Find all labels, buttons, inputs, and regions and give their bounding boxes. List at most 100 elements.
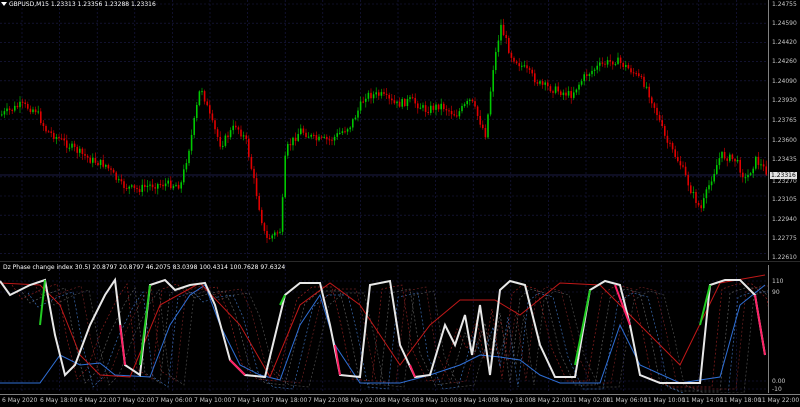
candle-body <box>705 189 708 199</box>
time-label: 8 May 14:00 <box>458 397 496 404</box>
candle-body <box>760 164 762 166</box>
candle-body <box>310 134 312 137</box>
candle-body <box>547 82 549 87</box>
candle-body <box>593 69 596 71</box>
candle-body <box>297 134 299 141</box>
candle-body <box>643 76 645 87</box>
candle-body <box>196 105 198 118</box>
indicator-magenta-segment <box>229 359 246 376</box>
candle-body <box>526 65 528 69</box>
candle-body <box>435 104 437 110</box>
candle-body <box>409 97 411 99</box>
candle-body <box>68 147 71 149</box>
candle-body <box>575 89 578 93</box>
candle-body <box>307 136 310 138</box>
candle-body <box>294 137 297 141</box>
indicator-title: Dz Phase change index 30.5) 20.8797 20.8… <box>3 264 286 271</box>
candle-body <box>554 86 557 93</box>
candle-body <box>437 104 440 110</box>
candle-body <box>274 232 276 236</box>
candle-body <box>79 148 81 153</box>
candle-body <box>635 73 637 75</box>
candle-body <box>510 52 513 58</box>
candle-body <box>570 91 572 98</box>
price-tick: 1.24755 <box>772 1 797 8</box>
price-chart-canvas[interactable] <box>0 0 769 260</box>
candle-body <box>497 40 500 52</box>
candle-body <box>622 62 624 67</box>
candle-body <box>723 151 726 159</box>
symbol-dropdown-icon[interactable] <box>1 2 7 6</box>
candle-body <box>388 94 390 99</box>
candle-body <box>484 128 487 138</box>
candle-body <box>617 57 619 64</box>
candle-body <box>326 136 328 140</box>
candle-body <box>188 150 190 164</box>
candle-body <box>115 172 117 180</box>
time-label: 11 May 14:00 <box>682 397 724 404</box>
candle-body <box>60 138 63 140</box>
candle-body <box>541 81 544 85</box>
candle-body <box>45 126 47 132</box>
candle-body <box>414 97 416 104</box>
candle-body <box>450 110 453 115</box>
indicator-magenta-segment <box>409 364 416 378</box>
candle-body <box>658 115 661 121</box>
candle-body <box>357 110 359 118</box>
candle-body <box>765 166 767 175</box>
candle-body <box>599 62 601 66</box>
pane-separator[interactable] <box>0 261 800 262</box>
candle-body <box>180 182 182 189</box>
indicator-magenta-segment <box>119 324 126 366</box>
candle-body <box>578 84 580 90</box>
candle-body <box>445 109 448 111</box>
candle-body <box>432 105 435 110</box>
indicator-canvas[interactable] <box>0 265 769 393</box>
price-tick: 1.22940 <box>772 216 797 223</box>
indicator-axis[interactable]: 110 90 0.00 -10 <box>768 265 800 393</box>
candle-body <box>560 91 562 96</box>
candle-body <box>201 91 203 93</box>
candle-body <box>331 139 333 141</box>
candle-body <box>580 81 583 85</box>
candle-body <box>443 103 445 110</box>
candle-body <box>42 123 45 127</box>
candle-body <box>716 165 718 174</box>
candle-body <box>248 138 250 157</box>
candle-body <box>141 184 143 192</box>
candle-body <box>219 136 221 147</box>
price-chart-pane[interactable]: GBPUSD,M15 1.23313 1.23356 1.23288 1.233… <box>0 0 769 260</box>
candle-body <box>167 180 169 184</box>
candle-body <box>300 128 302 135</box>
candle-body <box>396 101 398 104</box>
candle-body <box>466 100 468 105</box>
candle-body <box>128 186 130 189</box>
candle-body <box>411 97 414 99</box>
candle-body <box>749 173 752 176</box>
price-tick: 1.23435 <box>772 156 797 163</box>
candle-body <box>492 70 494 92</box>
candle-body <box>89 157 91 163</box>
indicator-dotted-line <box>43 289 769 393</box>
candle-body <box>151 184 154 188</box>
candle-body <box>367 92 370 99</box>
time-label: 7 May 22:00 <box>308 397 346 404</box>
candle-body <box>625 64 627 67</box>
time-label: 7 May 02:00 <box>117 397 155 404</box>
candle-body <box>427 111 429 113</box>
time-axis[interactable]: 6 May 2020 6 May 18:00 6 May 22:00 7 May… <box>0 394 800 407</box>
candle-body <box>674 149 676 157</box>
candle-body <box>203 91 206 102</box>
candle-body <box>422 105 424 108</box>
time-label: 11 May 06:00 <box>606 397 648 404</box>
candle-body <box>53 132 55 139</box>
candle-body <box>515 61 518 64</box>
price-axis[interactable]: 1.24755 1.24590 1.24420 1.24260 1.24090 … <box>768 0 800 261</box>
indicator-pane[interactable]: Dz Phase change index 30.5) 20.8797 20.8… <box>0 264 769 393</box>
time-label: 8 May 02:00 <box>345 397 383 404</box>
candle-body <box>40 111 42 124</box>
price-tick: 1.24260 <box>772 58 797 65</box>
candle-body <box>258 196 260 210</box>
candle-body <box>697 202 700 206</box>
candle-body <box>86 155 89 158</box>
